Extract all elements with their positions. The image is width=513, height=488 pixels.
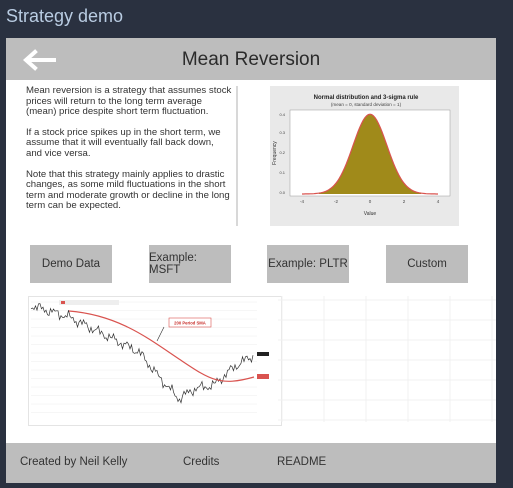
dist-title: Normal distribution and 3-sigma rule [314, 95, 419, 101]
dist-x-tick: -2 [334, 199, 338, 204]
dist-x-tick: 2 [403, 199, 406, 204]
dist-x-ticks: -4 -2 0 2 4 [300, 199, 440, 204]
dist-y-ticks: 0.0 0.1 0.2 0.3 0.4 [279, 112, 285, 195]
example-pltr-button[interactable]: Example: PLTR [267, 245, 349, 283]
description-text: Mean reversion is a strategy that assume… [26, 86, 238, 226]
dist-ylabel: Frequency [272, 141, 278, 165]
dist-x-tick: 4 [437, 199, 440, 204]
dist-xlabel: Value [364, 211, 377, 217]
main-panel: Mean Reversion Mean reversion is a strat… [6, 38, 496, 483]
sma-label-tag [257, 374, 269, 379]
stock-chart-image: 200 Period SMA [28, 296, 282, 426]
description-paragraph: Mean reversion is a strategy that assume… [26, 86, 232, 118]
empty-plot-area [278, 296, 496, 422]
normal-distribution-image: Normal distribution and 3-sigma rule (me… [270, 86, 459, 226]
dist-x-tick: -4 [300, 199, 304, 204]
header-bar: Mean Reversion [6, 38, 496, 80]
dist-subtitle: (mean = 0, standard deviation = 1) [331, 102, 402, 107]
annotation-label: 200 Period SMA [174, 321, 206, 326]
demo-data-button[interactable]: Demo Data [30, 245, 112, 283]
footer-bar: Created by Neil Kelly Credits README [6, 443, 496, 483]
dist-x-tick: 0 [369, 199, 372, 204]
page-title: Mean Reversion [181, 49, 321, 70]
app-title: Strategy demo [6, 6, 124, 26]
sma-series-line [68, 310, 255, 382]
dist-y-tick: 0.3 [279, 130, 285, 135]
dist-y-tick: 0.4 [279, 112, 285, 117]
dist-y-tick: 0.1 [279, 170, 285, 175]
readme-link[interactable]: README [277, 456, 326, 468]
description-paragraph: If a stock price spikes up in the short … [26, 126, 221, 159]
price-label-tag [257, 352, 269, 356]
custom-button[interactable]: Custom [386, 245, 468, 283]
example-msft-button[interactable]: Example: MSFT [149, 245, 231, 283]
dist-y-tick: 0.0 [279, 190, 285, 195]
dist-y-tick: 0.2 [279, 150, 285, 155]
annotation-pointer [156, 326, 165, 342]
description-paragraph: Note that this strategy mainly applies t… [26, 168, 230, 212]
chart-legend [59, 300, 119, 305]
created-by-label: Created by Neil Kelly [20, 456, 128, 468]
credits-link[interactable]: Credits [183, 456, 219, 468]
